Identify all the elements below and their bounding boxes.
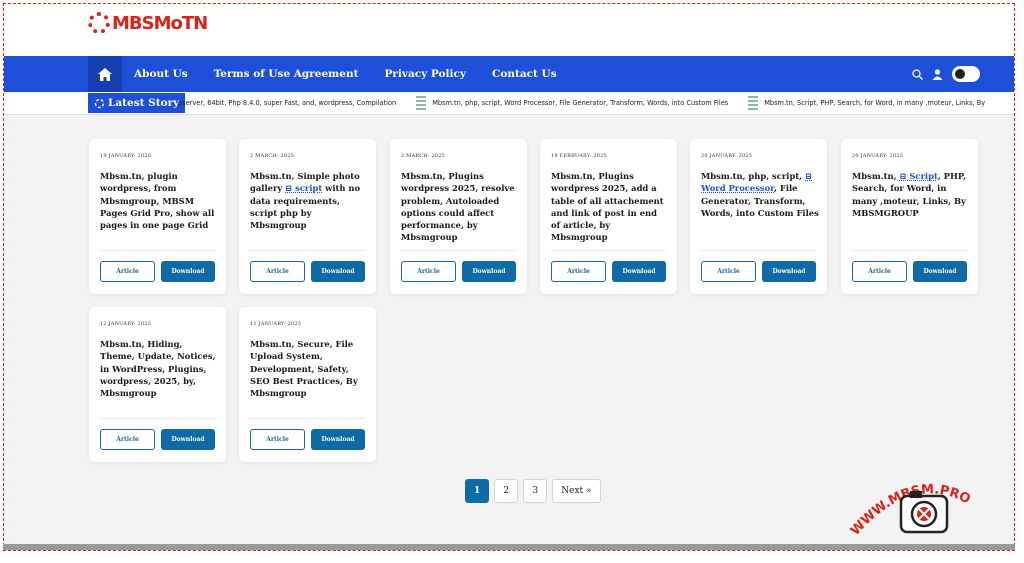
post-title[interactable]: Mbsm.tn, Secure, File Upload System, Dev… <box>250 338 368 399</box>
divider <box>701 250 816 251</box>
download-button[interactable]: Download <box>762 261 816 282</box>
word-processor-link-text: Word Processor <box>701 183 775 194</box>
article-button[interactable]: Article <box>701 261 756 282</box>
logo-text: MBSMoTN <box>112 12 208 34</box>
script-link-text: Script <box>909 171 938 181</box>
post-date: 20 JANUARY- 2025 <box>852 153 904 159</box>
post-card: 19 FEBRUARY- 2025 Mbsm.tn, Plugins wordp… <box>540 139 677 294</box>
post-title[interactable]: Mbsm.tn, php, script, ⊟ Word Processor, … <box>701 170 819 219</box>
article-button[interactable]: Article <box>250 261 305 282</box>
post-date: 19 JANUARY- 2026 <box>100 153 152 159</box>
page-1-button[interactable]: 1 <box>465 479 490 503</box>
post-date: 2 MARCH- 2025 <box>401 153 446 159</box>
post-card: 20 JANUARY- 2025 Mbsm.tn, ⊟ Script, PHP,… <box>841 139 978 294</box>
news-ticker: Latest Story pserver, 64bit, Php 8.4.0, … <box>4 92 1014 115</box>
divider <box>852 250 967 251</box>
download-button[interactable]: Download <box>311 261 365 282</box>
latest-story-label: Latest Story <box>88 93 186 113</box>
post-title-text: Mbsm.tn, Secure, File Upload System, Dev… <box>250 339 358 399</box>
post-card: 2 MARCH- 2025 Mbsm.tn, Plugins wordpress… <box>390 139 527 294</box>
script-link[interactable]: ⊟ Script <box>899 171 937 181</box>
ticker-item-text: Mbsm.tn, php, script, Word Processor, Fi… <box>432 99 729 107</box>
post-date: 19 FEBRUARY- 2025 <box>551 153 607 159</box>
post-title[interactable]: Mbsm.tn, Simple photo gallery ⊟ script w… <box>250 170 368 231</box>
latest-story-text: Latest Story <box>108 97 180 109</box>
post-title[interactable]: Mbsm.tn, Plugins wordpress 2025, add a t… <box>551 170 669 244</box>
article-button[interactable]: Article <box>401 261 456 282</box>
divider <box>401 250 516 251</box>
home-button[interactable] <box>88 56 122 92</box>
site-logo[interactable]: MBSMoTN <box>88 12 208 34</box>
post-title[interactable]: Mbsm.tn, Plugins wordpress 2025, resolve… <box>401 170 519 244</box>
nav-contact-us[interactable]: Contact Us <box>492 68 557 80</box>
article-button[interactable]: Article <box>852 261 907 282</box>
article-button[interactable]: Article <box>100 261 155 282</box>
post-title-text: Mbsm.tn, Plugins wordpress 2025, resolve… <box>401 171 515 243</box>
download-button[interactable]: Download <box>161 261 215 282</box>
script-link[interactable]: ⊟ script <box>285 183 322 193</box>
ticker-item[interactable]: Mbsm.tn, Script, PHP, Search, for Word, … <box>748 96 986 110</box>
ticker-item[interactable]: pserver, 64bit, Php 8.4.0, super Fast, a… <box>178 99 396 107</box>
post-card: 20 JANUARY- 2025 Mbsm.tn, php, script, ⊟… <box>690 139 827 294</box>
download-button[interactable]: Download <box>612 261 666 282</box>
dark-mode-toggle[interactable] <box>952 66 980 82</box>
bottom-bar <box>3 544 1015 550</box>
post-title-text: Mbsm.tn, Plugins wordpress 2025, add a t… <box>551 171 664 243</box>
post-title-text: Mbsm.tn, plugin wordpress, from Mbsmgrou… <box>100 171 215 231</box>
main-nav: About Us Terms of Use Agreement Privacy … <box>4 56 1014 92</box>
post-card: 19 JANUARY- 2026 Mbsm.tn, plugin wordpre… <box>89 139 226 294</box>
download-button[interactable]: Download <box>311 429 365 450</box>
download-button[interactable]: Download <box>462 261 516 282</box>
spinner-icon <box>94 98 105 108</box>
ticker-thumbnail <box>748 96 759 110</box>
post-card: 11 JANUARY- 2025 Mbsm.tn, Secure, File U… <box>239 307 376 462</box>
divider <box>100 250 215 251</box>
page-3-button[interactable]: 3 <box>523 479 548 503</box>
post-title[interactable]: Mbsm.tn, ⊟ Script, PHP, Search, for Word… <box>852 170 970 219</box>
ticker-item[interactable]: Mbsm.tn, php, script, Word Processor, Fi… <box>416 96 728 110</box>
post-card: 2 MARCH- 2025 Mbsm.tn, Simple photo gall… <box>239 139 376 294</box>
ticker-item-text: Mbsm.tn, Script, PHP, Search, for Word, … <box>764 99 986 107</box>
post-title[interactable]: Mbsm.tn, Hiding, Theme, Update, Notices,… <box>100 338 218 399</box>
post-title-text: Mbsm.tn, Hiding, Theme, Update, Notices,… <box>100 339 216 399</box>
divider <box>551 250 666 251</box>
divider <box>250 418 365 419</box>
post-card: 12 JANUARY- 2025 Mbsm.tn, Hiding, Theme,… <box>89 307 226 462</box>
ticker-thumbnail <box>416 96 427 110</box>
article-button[interactable]: Article <box>250 429 305 450</box>
gear-icon <box>88 12 110 34</box>
article-button[interactable]: Article <box>100 429 155 450</box>
nav-about-us[interactable]: About Us <box>134 68 188 80</box>
post-date: 20 JANUARY- 2025 <box>701 153 753 159</box>
watermark-logo: WWW.MBSM.PRO <box>848 482 973 538</box>
nav-privacy-policy[interactable]: Privacy Policy <box>384 68 466 80</box>
post-title[interactable]: Mbsm.tn, plugin wordpress, from Mbsmgrou… <box>100 170 218 231</box>
ticker-item-text: pserver, 64bit, Php 8.4.0, super Fast, a… <box>178 99 397 107</box>
divider <box>250 250 365 251</box>
home-icon <box>98 67 112 81</box>
divider <box>100 418 215 419</box>
article-button[interactable]: Article <box>551 261 606 282</box>
nav-terms[interactable]: Terms of Use Agreement <box>214 68 359 80</box>
download-button[interactable]: Download <box>913 261 967 282</box>
next-page-button[interactable]: Next » <box>552 479 601 503</box>
download-button[interactable]: Download <box>161 429 215 450</box>
header: MBSMoTN <box>4 4 1014 56</box>
toggle-knob <box>954 68 966 80</box>
page-2-button[interactable]: 2 <box>494 479 519 503</box>
post-date: 11 JANUARY- 2025 <box>250 321 302 327</box>
post-title-text: Mbsm.tn, php, script, <box>701 171 806 181</box>
post-title-text: Mbsm.tn, <box>852 171 900 181</box>
script-link-text: script <box>295 183 323 194</box>
user-icon[interactable] <box>932 68 943 80</box>
search-icon[interactable] <box>912 68 923 80</box>
pagination: 1 2 3 Next » <box>465 479 601 503</box>
page-frame: MBSMoTN About Us Terms of Use Agreement … <box>3 3 1015 551</box>
post-date: 12 JANUARY- 2025 <box>100 321 152 327</box>
post-date: 2 MARCH- 2025 <box>250 153 295 159</box>
